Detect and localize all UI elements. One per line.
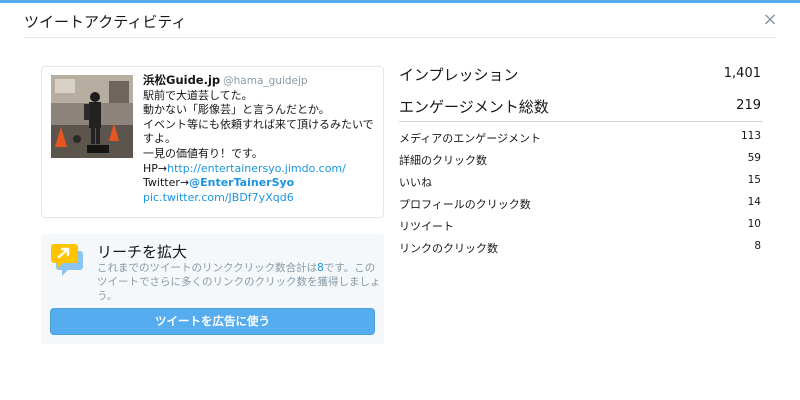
tweet-photo[interactable] <box>51 75 133 158</box>
stats-divider <box>399 121 763 122</box>
stat-label: 詳細のクリック数 <box>399 154 487 167</box>
stat-link-clicks: リンクのクリック数 8 <box>399 240 761 256</box>
stat-label: いいね <box>399 176 432 189</box>
hp-link[interactable]: http://entertainersyo.jimdo.com/ <box>167 162 346 175</box>
promo-text-before: これまでのツイートのリンククリック数合計は <box>97 262 318 274</box>
mention-link[interactable]: @EnterTainerSyo <box>189 176 294 189</box>
stat-value: 14 <box>747 196 761 208</box>
tweet-line: 動かない「彫像芸」と言うんだとか。 <box>143 103 330 117</box>
stat-value: 1,401 <box>723 66 761 81</box>
stat-value: 113 <box>740 130 761 142</box>
promo-title: リーチを拡大 <box>97 243 188 261</box>
tweet-author-handle[interactable]: @hama_guidejp <box>223 75 307 87</box>
stat-value: 59 <box>747 152 761 164</box>
title-divider <box>24 37 776 38</box>
stat-value: 8 <box>754 240 761 252</box>
tweet-author-name[interactable]: 浜松Guide.jp <box>143 73 220 87</box>
link-click-total: 8 <box>317 262 324 274</box>
twitter-prefix: Twitter→ <box>143 176 190 190</box>
promo-description: これまでのツイートのリンククリック数合計は8です。このツイートでさらに多くのリン… <box>97 261 382 303</box>
stat-value: 219 <box>736 98 761 113</box>
stat-retweets: リツイート 10 <box>399 218 761 234</box>
tweet-text: 浜松Guide.jp @hama_guidejp 駅前で大道芸してた。 動かない「… <box>143 73 381 205</box>
stat-label: メディアのエンゲージメント <box>399 132 542 145</box>
tweet-twitter-line: Twitter→@EnterTainerSyo <box>143 176 381 191</box>
stat-label: リツイート <box>399 220 454 233</box>
stat-media-engagements: メディアのエンゲージメント 113 <box>399 130 761 146</box>
stat-likes: いいね 15 <box>399 174 761 190</box>
stat-label: プロフィールのクリック数 <box>399 198 531 211</box>
stat-total-engagements: エンゲージメント総数 219 <box>399 96 761 118</box>
promote-tweet-button[interactable]: ツイートを広告に使う <box>50 308 375 335</box>
pic-link[interactable]: pic.twitter.com/JBDf7yXqd6 <box>143 191 381 206</box>
reach-promo: リーチを拡大 これまでのツイートのリンククリック数合計は8です。このツイートでさ… <box>41 234 384 344</box>
stat-profile-clicks: プロフィールのクリック数 14 <box>399 196 761 212</box>
top-accent-strip <box>0 0 800 3</box>
stat-label: インプレッション <box>399 66 519 84</box>
stat-detail-expands: 詳細のクリック数 59 <box>399 152 761 168</box>
hp-prefix: HP→ <box>143 161 168 175</box>
stat-value: 15 <box>747 174 761 186</box>
close-icon[interactable]: × <box>760 10 780 30</box>
tweet-author: 浜松Guide.jp @hama_guidejp <box>143 73 381 89</box>
tweet-line: 駅前で大道芸してた。 <box>143 88 253 102</box>
stat-label: リンクのクリック数 <box>399 242 498 255</box>
stat-label: エンゲージメント総数 <box>399 98 549 116</box>
tweet-card[interactable]: 浜松Guide.jp @hama_guidejp 駅前で大道芸してた。 動かない「… <box>41 66 384 218</box>
tweet-line: 一見の価値有り！です。 <box>143 146 263 160</box>
promote-chat-icon <box>50 242 86 278</box>
tweet-line: イベント等にも依頼すれば来て頂けるみたいですよ。 <box>143 117 374 146</box>
stat-value: 10 <box>747 218 761 230</box>
stat-impressions: インプレッション 1,401 <box>399 64 761 86</box>
modal-title: ツイートアクティビティ <box>24 13 187 31</box>
tweet-hp-line: HP→http://entertainersyo.jimdo.com/ <box>143 162 381 177</box>
